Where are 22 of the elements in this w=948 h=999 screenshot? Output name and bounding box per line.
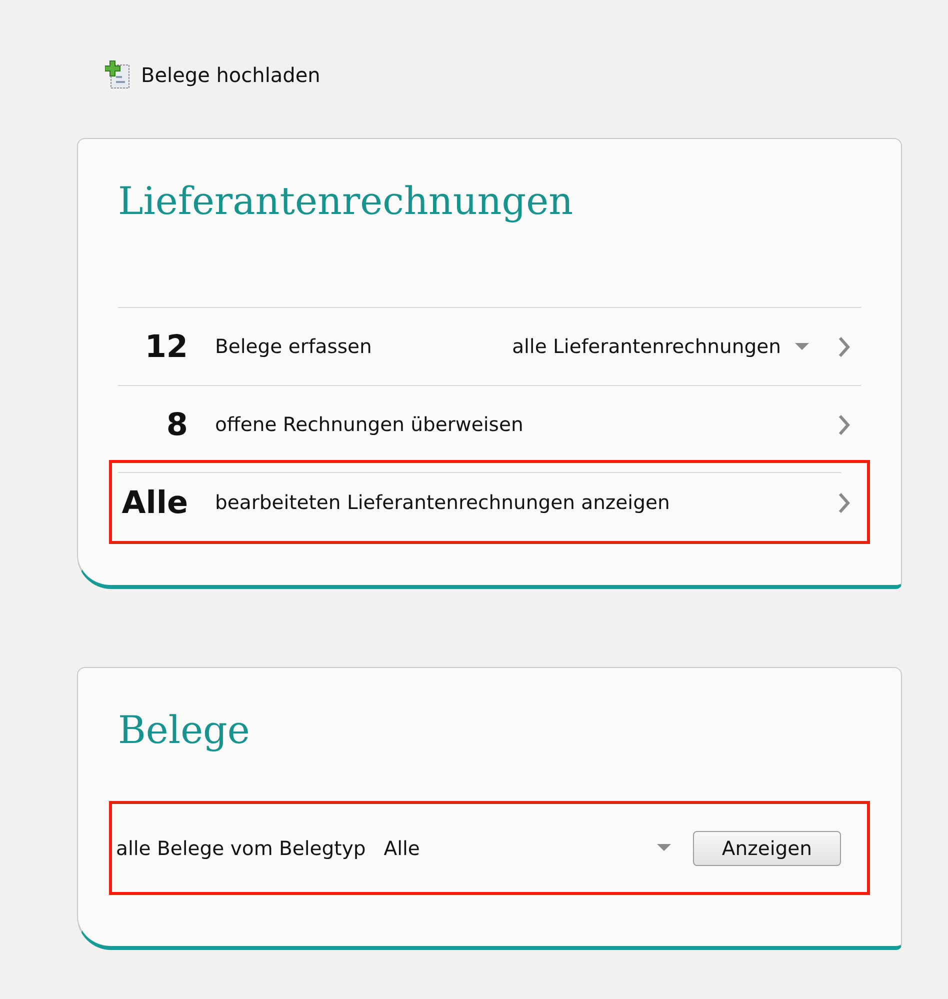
chevron-right-icon[interactable] xyxy=(837,492,851,514)
count: 12 xyxy=(144,328,188,364)
upload-link[interactable]: Belege hochladen xyxy=(105,60,320,90)
filter-label: alle Belege vom Belegtyp xyxy=(116,836,366,860)
card-title: Belege xyxy=(118,708,251,752)
row-label: bearbeiteten Lieferantenrechnungen anzeigen xyxy=(215,491,671,514)
row-label: Belege erfassen xyxy=(215,335,373,358)
highlight-frame[interactable]: Alle bearbeiteten Lieferantenrechnungen anzeigen xyxy=(112,463,867,541)
chevron-right-icon[interactable] xyxy=(837,414,851,436)
caret-icon xyxy=(795,342,809,350)
add-document-icon xyxy=(105,60,131,90)
dropdown[interactable]: alle Lieferantenrechnungen xyxy=(512,335,809,358)
count: 8 xyxy=(165,406,188,442)
list-row[interactable]: 8 offene Rechnungen überweisen xyxy=(118,385,861,463)
dropdown[interactable]: Alle xyxy=(384,836,671,860)
caret-icon xyxy=(656,844,671,852)
list-row[interactable]: 12 Belege erfassen alle Lieferantenrechnungen xyxy=(118,307,861,385)
count: Alle xyxy=(120,484,188,520)
card-title: Lieferantenrechnungen xyxy=(118,179,574,223)
row-label: offene Rechnungen überweisen xyxy=(215,413,524,436)
show-button[interactable]: Anzeigen xyxy=(692,830,841,866)
chevron-right-icon[interactable] xyxy=(837,336,851,358)
